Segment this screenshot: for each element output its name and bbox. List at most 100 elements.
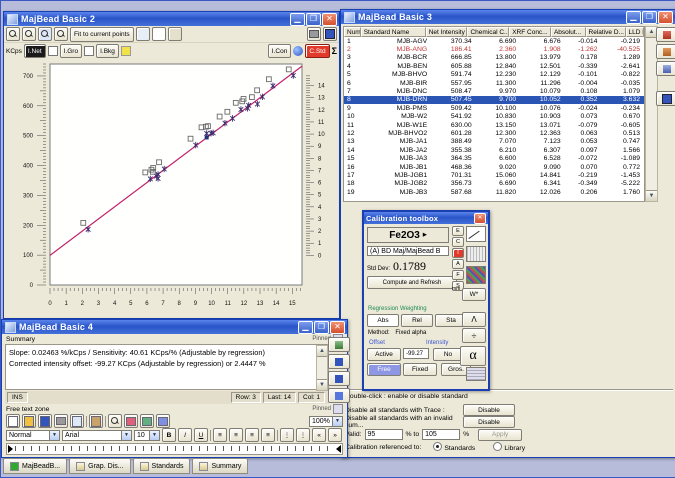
alpha-table-icon[interactable]	[466, 367, 486, 381]
tab-majbeadb[interactable]: MajBeadB...	[3, 458, 67, 474]
close-button[interactable]: ✕	[330, 321, 345, 334]
editor-ruler[interactable]	[6, 443, 343, 455]
disable-trace-button[interactable]: Disable	[463, 404, 515, 416]
ref-standards-radio[interactable]: Standards	[433, 442, 475, 452]
tab-summary[interactable]: Summary	[192, 458, 248, 474]
close-button[interactable]: ✕	[658, 11, 673, 24]
concentration-button[interactable]: I.Con	[268, 44, 292, 58]
column-header[interactable]: Chemical C...	[467, 27, 509, 37]
paste-icon[interactable]	[89, 414, 103, 428]
underline-button[interactable]: U	[194, 428, 208, 442]
offset-free-button[interactable]: Free	[367, 363, 401, 376]
offset-fixed-button[interactable]: Fixed	[403, 363, 437, 376]
indent-icon[interactable]: »	[328, 428, 342, 442]
export-icon[interactable]	[328, 388, 350, 403]
ruler-right-marker[interactable]	[336, 445, 341, 453]
outdent-icon[interactable]: «	[312, 428, 326, 442]
insert-field-icon[interactable]	[156, 414, 170, 428]
column-header[interactable]: Net Intensity	[426, 27, 468, 37]
minimize-button[interactable]: ▁	[290, 13, 305, 26]
zoom-out-icon[interactable]	[6, 27, 20, 41]
refresh-standards-icon[interactable]	[656, 61, 675, 76]
table-row[interactable]: 11MJB-W1E630.0013.15013.071-0.079-0.605	[344, 121, 644, 129]
summary-text-area[interactable]: Slope: 0.02463 %/kCps / Sensitivity: 40.…	[5, 344, 329, 390]
zoom-reset-icon[interactable]	[54, 27, 68, 41]
sigma-icon[interactable]: Σ	[332, 46, 337, 56]
table-row[interactable]: 18MJB-JGB2356.736.6906.341-0.349-5.222	[344, 180, 644, 188]
table-row[interactable]: 2MJB-ANG186.412.3601.908-1.262-40.525	[344, 45, 644, 53]
save-standards-icon[interactable]	[656, 91, 675, 106]
print-icon[interactable]	[307, 27, 321, 41]
intensity-gross-button[interactable]: I.Gro	[60, 44, 82, 58]
save-icon[interactable]	[323, 27, 337, 41]
intensity-net-button[interactable]: I.Net	[24, 44, 46, 58]
print-preview-icon[interactable]	[70, 414, 84, 428]
matrix-grid-icon[interactable]	[466, 246, 486, 262]
insert-object-icon[interactable]	[140, 414, 154, 428]
offset-value-box[interactable]: -99.27	[403, 348, 429, 359]
open-doc-icon[interactable]	[22, 414, 36, 428]
minimize-button[interactable]: ▁	[626, 11, 641, 24]
tab-standards[interactable]: Standards	[133, 458, 191, 474]
marker-color-swatch[interactable]	[121, 46, 131, 56]
pin-icon[interactable]	[333, 404, 343, 414]
font-size-select[interactable]: 10▼	[134, 430, 160, 441]
column-header[interactable]: XRF Conc...	[509, 27, 551, 37]
weight-abs-button[interactable]: Abs	[367, 314, 399, 327]
gross-checkbox[interactable]	[48, 46, 58, 56]
alpha-matrix-icon[interactable]	[466, 266, 486, 284]
intensity-bkg-button[interactable]: I.Bkg	[96, 44, 119, 58]
table-row[interactable]: 13MJB-JA1388.497.0707.1230.0530.747	[344, 138, 644, 146]
standards-window-titlebar[interactable]: MajBead Basic 3 ▁ ❐ ✕	[341, 10, 675, 24]
offset-active-button[interactable]: Active	[367, 348, 401, 361]
info-icon[interactable]	[293, 46, 303, 56]
summary-scrollbar[interactable]: ▲ ▼	[316, 345, 328, 391]
column-header[interactable]: Standard Name	[361, 27, 426, 37]
weight-factor-button[interactable]: W*	[462, 288, 486, 301]
bullet-list-icon[interactable]: ⋮	[296, 428, 310, 442]
column-header[interactable]: Relative D...	[586, 27, 626, 37]
scroll-down-icon[interactable]: ▼	[646, 190, 657, 201]
align-right-icon[interactable]: ≡	[245, 428, 259, 442]
table-row[interactable]: 17MJB-JGB1701.3115.06014.841-0.219-1.453	[344, 171, 644, 179]
new-doc-icon[interactable]	[6, 414, 20, 428]
save-summary-icon[interactable]	[328, 354, 350, 369]
column-header[interactable]: Numb...	[344, 27, 361, 37]
italic-button[interactable]: I	[178, 428, 192, 442]
alpha-coefficients-button[interactable]: α	[460, 346, 486, 366]
matrix-button-i[interactable]: I	[452, 248, 464, 258]
numbered-list-icon[interactable]: ⋮	[280, 428, 294, 442]
align-center-icon[interactable]: ≡	[229, 428, 243, 442]
curve-type-icon[interactable]	[466, 226, 486, 242]
channel-select[interactable]: (A) BD Maj/MajBead B	[367, 246, 449, 256]
close-button[interactable]: ✕	[474, 213, 486, 224]
maximize-button[interactable]: ❐	[306, 13, 321, 26]
valid-to-input[interactable]: 105	[422, 429, 460, 440]
paste-standards-icon[interactable]	[656, 44, 675, 59]
intensity-no-button[interactable]: No	[433, 348, 463, 361]
maximize-button[interactable]: ❐	[642, 11, 657, 24]
save-doc-icon[interactable]	[38, 414, 52, 428]
chemical-std-button[interactable]: C.Std	[305, 44, 329, 58]
disable-sum-button[interactable]: Disable	[463, 416, 515, 428]
matrix-button-e[interactable]: E	[452, 226, 464, 236]
plot-window-titlebar[interactable]: MajBead Basic 2 ▁ ❐ ✕	[4, 12, 339, 26]
table-row[interactable]: 9MJB-PMS509.4210.10010.076-0.024-0.234	[344, 104, 644, 112]
font-select[interactable]: Arial▼	[62, 430, 132, 441]
copy-summary-icon[interactable]	[328, 337, 350, 352]
align-justify-icon[interactable]: ≡	[261, 428, 275, 442]
print-doc-icon[interactable]	[54, 414, 68, 428]
toolbox-titlebar[interactable]: Calibration toolbox ✕	[364, 212, 488, 224]
zoom-area-icon[interactable]	[38, 27, 52, 41]
summary-window-titlebar[interactable]: MajBead Basic 4 ▁ ❐ ✕	[2, 320, 347, 334]
matrix-button-a[interactable]: A	[452, 259, 464, 269]
find-icon[interactable]	[108, 414, 122, 428]
table-row[interactable]: 5MJB-BHVO591.7412.23012.129-0.101-0.822	[344, 71, 644, 79]
toggle-grid-button[interactable]	[136, 27, 150, 41]
copy-standards-icon[interactable]	[656, 27, 675, 42]
toggle-frame-button[interactable]	[168, 27, 182, 41]
bold-button[interactable]: B	[162, 428, 176, 442]
minimize-button[interactable]: ▁	[298, 321, 313, 334]
fit-to-points-button[interactable]: Fit to current points	[70, 27, 134, 42]
highlight-icon[interactable]	[124, 414, 138, 428]
